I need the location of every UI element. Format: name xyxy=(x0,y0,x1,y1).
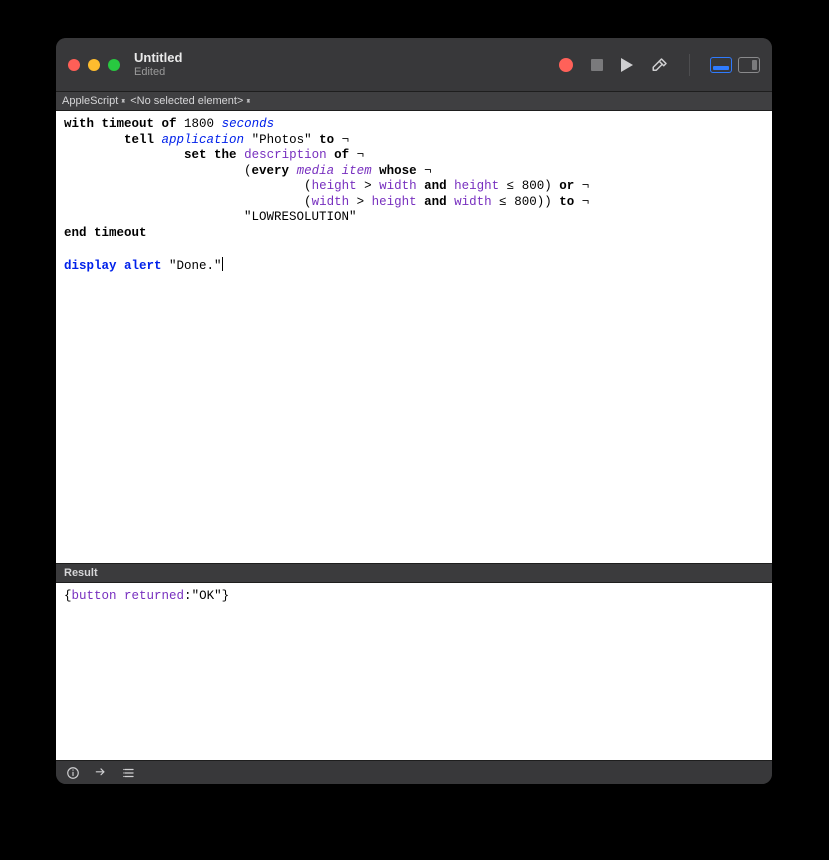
zoom-button[interactable] xyxy=(108,59,120,71)
description-tab-button[interactable] xyxy=(66,766,80,780)
minimize-button[interactable] xyxy=(88,59,100,71)
toolbar-right xyxy=(559,54,760,76)
result-header: Result xyxy=(56,563,772,583)
app-name: "Photos" xyxy=(252,133,312,147)
result-tab-button[interactable] xyxy=(94,766,108,780)
text-cursor xyxy=(222,257,223,271)
close-button[interactable] xyxy=(68,59,80,71)
record-button[interactable] xyxy=(559,58,573,72)
limit-1: 800 xyxy=(522,179,545,193)
footer-bar xyxy=(56,760,772,784)
timeout-value: 1800 xyxy=(184,117,214,131)
script-editor[interactable]: with timeout of 1800 seconds tell applic… xyxy=(56,111,772,563)
title-block: Untitled Edited xyxy=(134,51,182,79)
titlebar: Untitled Edited xyxy=(56,38,772,92)
limit-2: 800 xyxy=(514,195,537,209)
show-bottom-pane-button[interactable] xyxy=(710,57,732,73)
window-title: Untitled xyxy=(134,51,182,66)
pane-toggle xyxy=(710,57,760,73)
result-label: Result xyxy=(64,567,98,579)
run-button[interactable] xyxy=(621,58,633,72)
alert-string: "Done." xyxy=(169,259,222,273)
traffic-lights xyxy=(68,59,120,71)
toolbar-divider xyxy=(689,54,690,76)
log-tab-button[interactable] xyxy=(122,766,136,780)
compile-button[interactable] xyxy=(651,56,669,74)
window-subtitle: Edited xyxy=(134,66,182,79)
language-label: AppleScript xyxy=(62,95,118,107)
element-selector[interactable]: <No selected element> ▲▼ xyxy=(130,95,251,107)
tag-string: "LOWRESOLUTION" xyxy=(244,210,357,224)
script-editor-window: Untitled Edited AppleScript ▲▼ <No s xyxy=(56,38,772,784)
result-value: "OK" xyxy=(192,589,222,603)
language-selector[interactable]: AppleScript ▲▼ xyxy=(62,95,126,107)
navigation-bar: AppleScript ▲▼ <No selected element> ▲▼ xyxy=(56,92,772,111)
element-label: <No selected element> xyxy=(130,95,243,107)
show-right-pane-button[interactable] xyxy=(738,57,760,73)
stop-button[interactable] xyxy=(591,59,603,71)
result-body: {button returned:"OK"} xyxy=(56,583,772,760)
